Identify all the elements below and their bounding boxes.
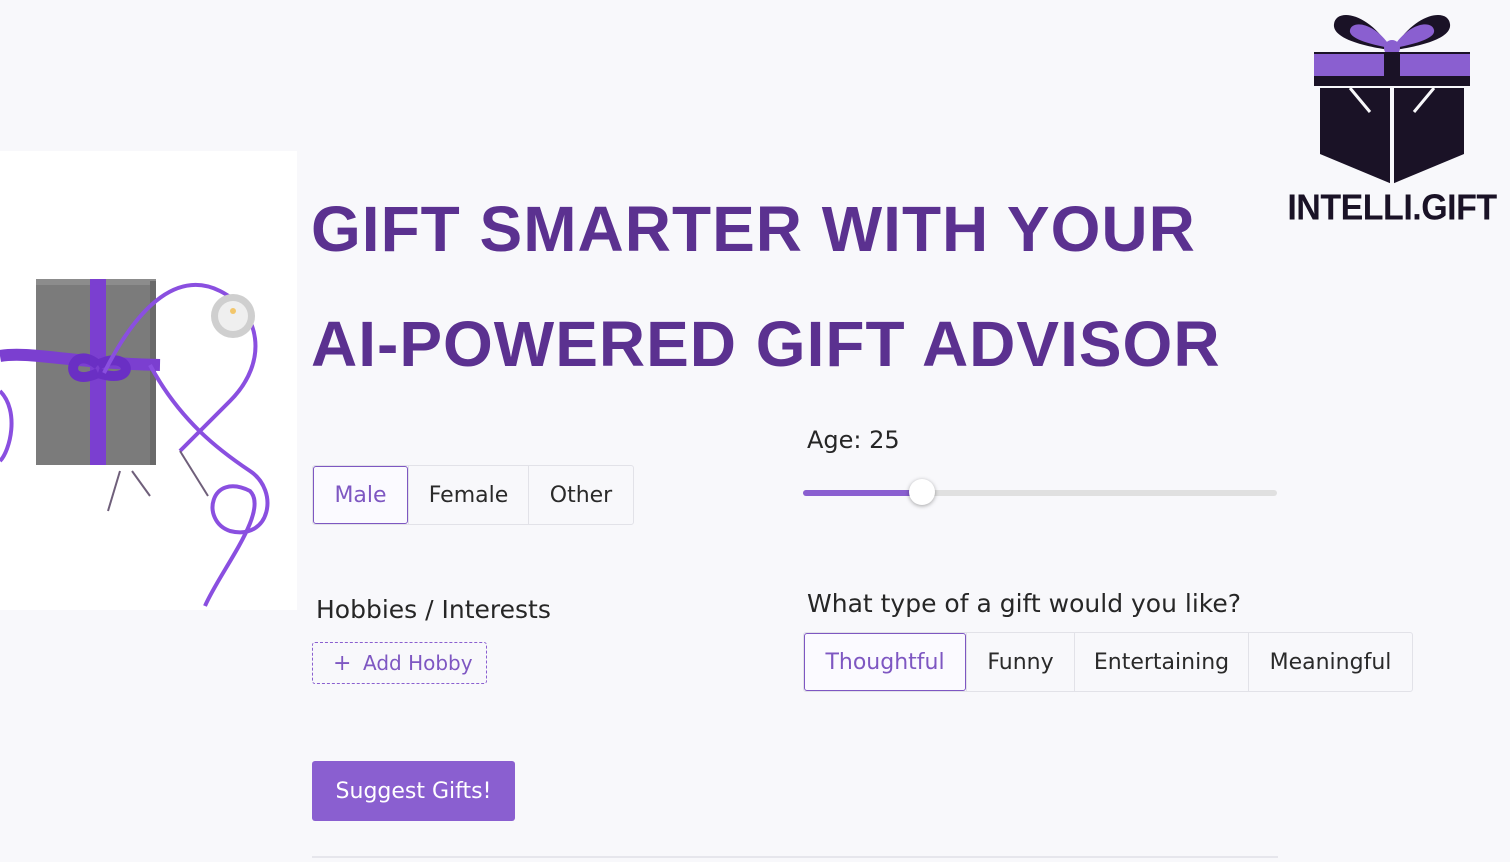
gender-option-other[interactable]: Other [528, 466, 633, 524]
gender-option-male[interactable]: Male [313, 466, 408, 524]
brand-logo[interactable]: INTELLI.GIFT [1282, 8, 1502, 228]
gender-selector: Male Female Other [312, 465, 634, 525]
gender-option-female[interactable]: Female [408, 466, 528, 524]
divider [312, 856, 1278, 858]
gift-box-icon [1314, 15, 1470, 184]
gift-type-option-entertaining[interactable]: Entertaining [1074, 633, 1248, 691]
brand-name: INTELLI.GIFT [1287, 187, 1497, 229]
hero-gift-image [0, 151, 297, 610]
age-slider-thumb[interactable] [908, 479, 935, 505]
page-headline: Gift smarter with your AI-powered gift a… [311, 193, 1221, 380]
gift-type-question: What type of a gift would you like? [807, 589, 1242, 618]
gift-type-option-funny[interactable]: Funny [966, 633, 1074, 691]
add-hobby-button[interactable]: + Add Hobby [312, 642, 487, 684]
gift-type-option-meaningful[interactable]: Meaningful [1248, 633, 1412, 691]
gift-type-option-thoughtful[interactable]: Thoughtful [804, 633, 966, 691]
hobbies-label: Hobbies / Interests [316, 595, 551, 624]
gift-type-selector: Thoughtful Funny Entertaining Meaningful [803, 632, 1413, 692]
plus-icon: + [333, 650, 352, 676]
add-hobby-label: Add Hobby [363, 651, 473, 675]
age-label: Age: 25 [807, 426, 900, 454]
age-slider[interactable] [803, 479, 1277, 505]
suggest-gifts-button[interactable]: Suggest Gifts! [312, 761, 515, 821]
age-slider-fill [803, 490, 922, 496]
